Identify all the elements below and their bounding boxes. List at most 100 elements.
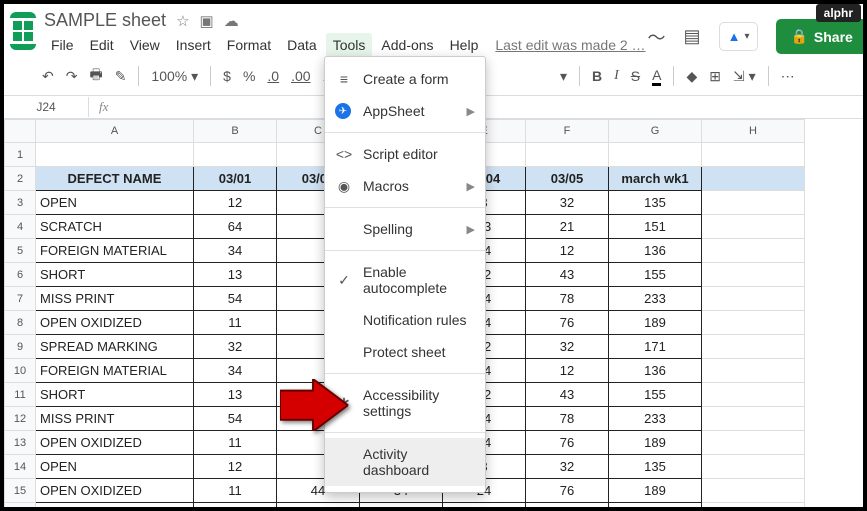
cell[interactable]: 76	[526, 311, 609, 335]
cell[interactable]: FOREIGN MATERIAL	[36, 239, 194, 263]
menu-appsheet[interactable]: ✈AppSheet▶	[325, 95, 485, 127]
cell[interactable]: 76	[526, 431, 609, 455]
cloud-icon[interactable]: ☁	[224, 12, 239, 30]
menu-autocomplete[interactable]: ✓Enable autocomplete	[325, 256, 485, 304]
row-header[interactable]: 10	[5, 359, 36, 383]
menu-create-form[interactable]: ≡Create a form	[325, 63, 485, 95]
currency-button[interactable]: $	[223, 68, 231, 84]
cell[interactable]	[702, 263, 805, 287]
cell[interactable]	[702, 239, 805, 263]
col-header[interactable]: A	[36, 120, 194, 143]
cell[interactable]: 34	[194, 359, 277, 383]
cell[interactable]: 21	[526, 215, 609, 239]
text-color-button[interactable]: A	[652, 67, 661, 86]
cell[interactable]: 12	[194, 191, 277, 215]
cell[interactable]	[702, 383, 805, 407]
cell[interactable]: 32	[194, 335, 277, 359]
cell[interactable]: 54	[194, 407, 277, 431]
cell[interactable]	[702, 455, 805, 479]
merge-icon[interactable]: ⇲ ▾	[733, 68, 756, 85]
cell[interactable]: OPEN OXIDIZED	[36, 311, 194, 335]
row-header[interactable]: 9	[5, 335, 36, 359]
cell[interactable]: 32	[526, 335, 609, 359]
menu-macros[interactable]: ◉Macros▶	[325, 170, 485, 202]
cell[interactable]: 64	[194, 215, 277, 239]
paint-icon[interactable]: ✎	[115, 68, 127, 85]
print-icon[interactable]: 🖶	[89, 64, 102, 88]
cell[interactable]: 155	[609, 263, 702, 287]
row-header[interactable]: 5	[5, 239, 36, 263]
borders-icon[interactable]: ⊞	[709, 68, 721, 85]
cell[interactable]: SHORT	[36, 383, 194, 407]
decrease-decimal-button[interactable]: .0	[267, 68, 279, 84]
cell[interactable]: 43	[526, 383, 609, 407]
cell[interactable]: OPEN	[36, 191, 194, 215]
col-header[interactable]: H	[702, 120, 805, 143]
document-title[interactable]: SAMPLE sheet	[44, 10, 166, 31]
cell[interactable]: 11	[194, 479, 277, 503]
cell[interactable]	[702, 167, 805, 191]
menu-activity-dashboard[interactable]: Activity dashboard	[325, 438, 485, 486]
strike-button[interactable]: S	[631, 68, 640, 84]
cell[interactable]: SHORT	[36, 503, 194, 511]
trend-icon[interactable]: 〜	[648, 24, 666, 50]
row-header[interactable]: 16	[5, 503, 36, 511]
cell[interactable]	[702, 287, 805, 311]
cell[interactable]	[702, 335, 805, 359]
cell[interactable]: 189	[609, 311, 702, 335]
cell[interactable]: 12	[194, 455, 277, 479]
cell[interactable]	[702, 191, 805, 215]
cell[interactable]: MISS PRINT	[36, 407, 194, 431]
menu-view[interactable]: View	[123, 33, 167, 57]
menu-format[interactable]: Format	[220, 33, 278, 57]
menu-notification-rules[interactable]: Notification rules	[325, 304, 485, 336]
row-header[interactable]: 7	[5, 287, 36, 311]
cell[interactable]: 233	[609, 287, 702, 311]
cell[interactable]: 135	[609, 191, 702, 215]
row-header[interactable]: 8	[5, 311, 36, 335]
menu-protect-sheet[interactable]: Protect sheet	[325, 336, 485, 368]
cell[interactable]: 155	[609, 503, 702, 511]
menu-accessibility[interactable]: ✲Accessibility settings	[325, 379, 485, 427]
row-header[interactable]: 13	[5, 431, 36, 455]
menu-insert[interactable]: Insert	[169, 33, 218, 57]
row-header[interactable]: 4	[5, 215, 36, 239]
move-icon[interactable]: ▣	[200, 12, 214, 30]
cell[interactable]: 13	[194, 383, 277, 407]
zoom-select[interactable]: 100% ▾	[151, 68, 198, 85]
row-header[interactable]: 1	[5, 143, 36, 167]
last-edit-link[interactable]: Last edit was made 2 …	[493, 33, 647, 57]
cell[interactable]: 13	[194, 263, 277, 287]
name-box[interactable]: J24	[4, 97, 89, 117]
header-cell[interactable]: 03/05	[526, 167, 609, 191]
cell[interactable]: OPEN OXIDIZED	[36, 479, 194, 503]
row-header[interactable]: 15	[5, 479, 36, 503]
cell[interactable]: 12	[526, 359, 609, 383]
cell[interactable]: 78	[526, 287, 609, 311]
share-button[interactable]: 🔒Share	[776, 19, 866, 54]
cell[interactable]: 171	[609, 335, 702, 359]
row-header[interactable]: 12	[5, 407, 36, 431]
header-cell[interactable]: march wk1	[609, 167, 702, 191]
cell[interactable]	[702, 479, 805, 503]
cell[interactable]: 54	[194, 287, 277, 311]
present-button[interactable]: ▲▾	[719, 22, 759, 51]
cell[interactable]: 43	[526, 263, 609, 287]
cell[interactable]: FOREIGN MATERIAL	[36, 359, 194, 383]
toolbar-overflow-icon[interactable]: ⋯	[781, 68, 795, 85]
cell[interactable]: 78	[526, 407, 609, 431]
cell[interactable]: 13	[194, 503, 277, 511]
cell[interactable]: 189	[609, 431, 702, 455]
cell[interactable]: OPEN OXIDIZED	[36, 431, 194, 455]
cell[interactable]	[702, 407, 805, 431]
cell[interactable]: 32	[443, 503, 526, 511]
italic-button[interactable]: I	[614, 68, 619, 84]
cell[interactable]: 12	[526, 239, 609, 263]
cell[interactable]: SPREAD MARKING	[36, 335, 194, 359]
menu-file[interactable]: File	[44, 33, 81, 57]
cell[interactable]	[702, 311, 805, 335]
undo-icon[interactable]: ↶	[42, 68, 54, 85]
cell[interactable]: 34	[194, 239, 277, 263]
menu-addons[interactable]: Add-ons	[374, 33, 440, 57]
cell[interactable]: 32	[526, 455, 609, 479]
